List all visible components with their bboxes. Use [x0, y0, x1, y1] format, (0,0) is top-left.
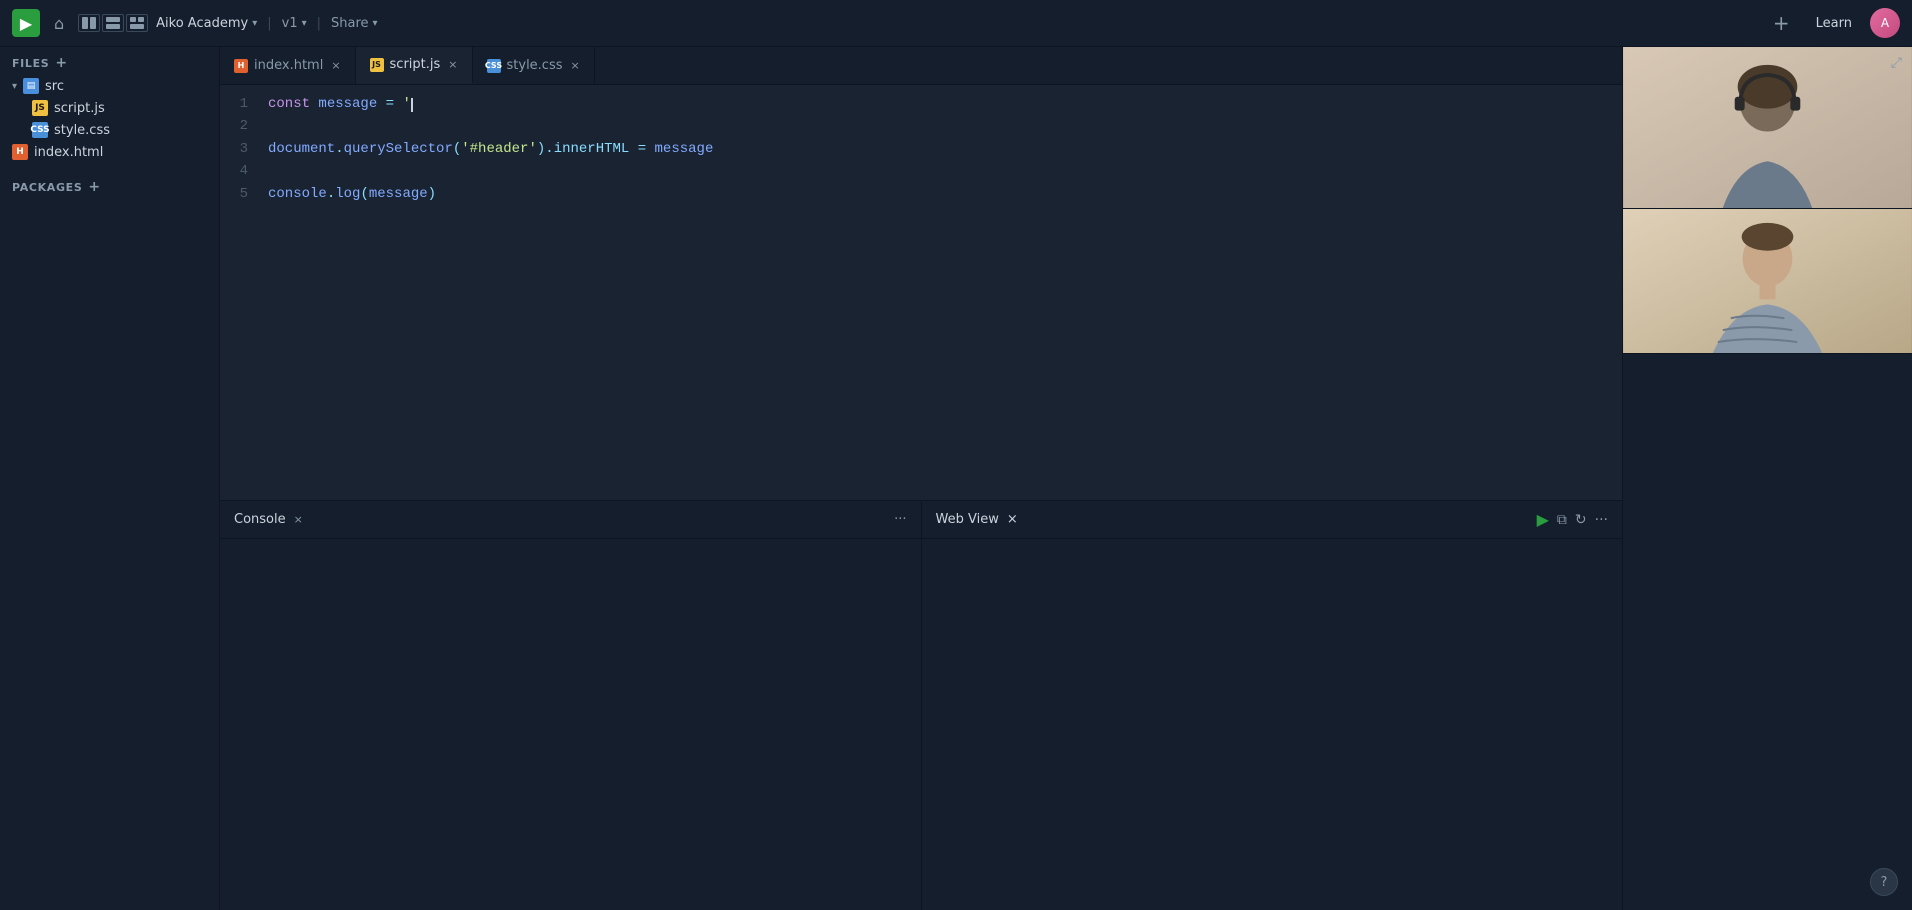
code-line-4: 4: [220, 160, 1622, 182]
console-panel: Console × ···: [220, 501, 922, 910]
app-logo[interactable]: ▶: [12, 9, 40, 37]
code-line-1: 1 const message = ': [220, 93, 1622, 115]
share-button[interactable]: Share ▾: [331, 16, 378, 31]
folder-name: src: [45, 79, 64, 94]
console-body: [220, 539, 921, 910]
tab-scriptjs[interactable]: JS script.js ×: [356, 47, 473, 84]
webview-header: Web View × ▶ ⧉ ↻ ···: [922, 501, 1623, 539]
new-tab-button[interactable]: +: [1765, 11, 1798, 35]
code-content: console.log(message): [264, 183, 1622, 205]
webview-title: Web View: [936, 512, 999, 527]
html-file-icon: H: [12, 144, 28, 160]
video-thumbnail-2[interactable]: [1623, 209, 1912, 354]
css-tab-icon: CSS: [487, 59, 501, 73]
project-name: Aiko Academy: [156, 16, 248, 31]
code-content: document.querySelector('#header').innerH…: [264, 138, 1622, 160]
webview-refresh-button[interactable]: ↻: [1575, 512, 1587, 528]
code-line-2: 2: [220, 115, 1622, 137]
sidebar: FILES + ▾ ▤ src JS script.js CSS style.c…: [0, 47, 220, 910]
expand-panel-button[interactable]: ⤢: [1891, 55, 1902, 71]
home-button[interactable]: ⌂: [48, 10, 70, 37]
files-section-header: FILES +: [0, 47, 219, 75]
help-button[interactable]: ?: [1870, 868, 1898, 896]
project-selector[interactable]: Aiko Academy ▾: [156, 16, 257, 31]
tab-indexhtml[interactable]: H index.html ×: [220, 47, 356, 84]
folder-chevron-icon: ▾: [12, 81, 17, 92]
bottom-panels: Console × ··· Web View × ▶ ⧉ ↻ ···: [220, 500, 1622, 910]
project-chevron-icon: ▾: [252, 18, 257, 29]
editor-area: H index.html × JS script.js × CSS style.…: [220, 47, 1622, 910]
line-number: 1: [220, 93, 264, 115]
add-file-button[interactable]: +: [55, 55, 67, 71]
layout-buttons: [78, 14, 148, 32]
css-file-icon: CSS: [32, 122, 48, 138]
src-folder[interactable]: ▾ ▤ src: [0, 75, 219, 97]
code-content: const message = ': [264, 93, 1622, 115]
main-layout: FILES + ▾ ▤ src JS script.js CSS style.c…: [0, 47, 1912, 910]
packages-section-header: PACKAGES +: [0, 171, 219, 199]
version-chevron-icon: ▾: [302, 18, 307, 29]
tab-close-indexhtml[interactable]: ×: [331, 59, 340, 72]
console-title: Console: [234, 512, 286, 527]
console-more-button[interactable]: ···: [894, 512, 906, 527]
tab-stylecss[interactable]: CSS style.css ×: [473, 47, 595, 84]
layout-btn-1[interactable]: [78, 14, 100, 32]
tabs-bar: H index.html × JS script.js × CSS style.…: [220, 47, 1622, 85]
share-chevron-icon: ▾: [373, 18, 378, 29]
webview-copy-button[interactable]: ⧉: [1557, 512, 1567, 528]
code-line-3: 3 document.querySelector('#header').inne…: [220, 138, 1622, 160]
line-number: 2: [220, 115, 264, 137]
line-number: 5: [220, 183, 264, 205]
js-tab-icon: JS: [370, 58, 384, 72]
sidebar-item-stylecss[interactable]: CSS style.css: [0, 119, 219, 141]
video-person-1: [1623, 47, 1912, 208]
webview-body: [922, 539, 1623, 910]
webview-play-button[interactable]: ▶: [1537, 510, 1549, 529]
file-name: style.css: [54, 123, 110, 138]
console-panel-header: Console × ···: [220, 501, 921, 539]
topbar: ▶ ⌂ Aiko Academy ▾ | v1 ▾ | Share ▾ + Le…: [0, 0, 1912, 47]
tab-label: style.css: [507, 58, 563, 73]
tab-close-stylecss[interactable]: ×: [571, 59, 580, 72]
version-selector[interactable]: v1 ▾: [282, 16, 307, 31]
webview-more-button[interactable]: ···: [1595, 512, 1608, 528]
layout-btn-3[interactable]: [126, 14, 148, 32]
divider-1: |: [267, 16, 271, 31]
avatar[interactable]: A: [1870, 8, 1900, 38]
console-close-button[interactable]: ×: [294, 513, 303, 526]
file-name: index.html: [34, 145, 103, 160]
add-package-button[interactable]: +: [88, 179, 100, 195]
line-number: 4: [220, 160, 264, 182]
right-video-panel: ⤢: [1622, 47, 1912, 910]
code-editor[interactable]: 1 const message = ' 2 3 document.querySe…: [220, 85, 1622, 500]
webview-action-buttons: ▶ ⧉ ↻ ···: [1537, 510, 1608, 529]
sidebar-item-indexhtml[interactable]: H index.html: [0, 141, 219, 163]
tab-close-scriptjs[interactable]: ×: [448, 58, 457, 71]
file-name: script.js: [54, 101, 105, 116]
folder-icon: ▤: [23, 78, 39, 94]
video-thumbnail-1[interactable]: [1623, 47, 1912, 209]
tab-label: index.html: [254, 58, 323, 73]
webview-panel: Web View × ▶ ⧉ ↻ ···: [922, 501, 1623, 910]
sidebar-item-scriptjs[interactable]: JS script.js: [0, 97, 219, 119]
js-file-icon: JS: [32, 100, 48, 116]
webview-close-button[interactable]: ×: [1007, 512, 1018, 527]
layout-btn-2[interactable]: [102, 14, 124, 32]
line-number: 3: [220, 138, 264, 160]
learn-button[interactable]: Learn: [1806, 12, 1862, 35]
divider-2: |: [317, 16, 321, 31]
html-tab-icon: H: [234, 59, 248, 73]
tab-label: script.js: [390, 57, 441, 72]
code-line-5: 5 console.log(message): [220, 183, 1622, 205]
